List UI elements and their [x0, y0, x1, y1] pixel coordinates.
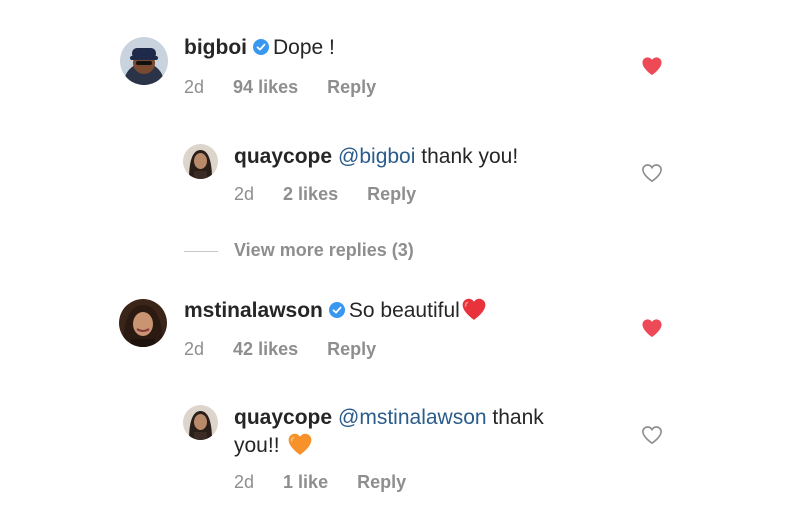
reply-reply-button[interactable]: Reply	[367, 184, 416, 204]
comment-time: 2d	[184, 339, 205, 359]
reply-reply-button[interactable]: Reply	[357, 472, 406, 492]
comment-text: So beautiful	[348, 299, 460, 322]
comment-mstinalawson-text: mstinalawson So beautiful	[184, 297, 487, 324]
comment-text: Dope !	[272, 36, 335, 59]
comment-reply-button[interactable]: Reply	[327, 339, 376, 359]
verified-badge-icon	[252, 39, 269, 55]
reply-username[interactable]: quaycope	[234, 145, 332, 168]
avatar-quaycope[interactable]	[183, 405, 218, 440]
verified-badge-icon	[328, 302, 345, 318]
avatar-quaycope[interactable]	[183, 144, 218, 179]
view-more-divider	[184, 251, 218, 252]
reply-text: thank you!	[421, 145, 519, 168]
heart-outline-icon[interactable]	[641, 163, 663, 183]
comment-time: 2d	[184, 77, 205, 97]
reply-likes-count[interactable]: 2 likes	[283, 184, 338, 204]
comment-meta: 2d 42 likes Reply	[184, 338, 400, 360]
avatar-bigboi[interactable]	[120, 37, 168, 85]
red-heart-emoji-icon	[462, 298, 486, 320]
reply-mention[interactable]: @mstinalawson	[338, 406, 487, 429]
heart-filled-icon[interactable]	[641, 318, 663, 338]
comment-likes-count[interactable]: 94 likes	[233, 77, 298, 97]
reply-text-line2: you!!	[234, 434, 280, 457]
comment-likes-count[interactable]: 42 likes	[233, 339, 298, 359]
orange-heart-emoji-icon	[289, 433, 312, 455]
avatar-mstinalawson[interactable]	[119, 299, 167, 347]
reply-time: 2d	[234, 184, 255, 204]
reply-meta: 2d 2 likes Reply	[234, 183, 440, 205]
reply-mention[interactable]: @bigboi	[338, 145, 415, 168]
reply-quaycope-1-text: quaycope @bigboi thank you!	[234, 144, 518, 170]
comment-reply-button[interactable]: Reply	[327, 77, 376, 97]
view-more-replies-button[interactable]: View more replies (3)	[234, 240, 414, 261]
heart-filled-icon[interactable]	[641, 56, 663, 76]
reply-text-line1: thank	[492, 406, 544, 429]
heart-outline-icon[interactable]	[641, 425, 663, 445]
reply-meta: 2d 1 like Reply	[234, 471, 430, 493]
reply-likes-count[interactable]: 1 like	[283, 472, 328, 492]
comment-bigboi-text: bigboi Dope !	[184, 35, 335, 61]
comment-username[interactable]: bigboi	[184, 36, 247, 59]
reply-time: 2d	[234, 472, 255, 492]
reply-quaycope-2-line1: quaycope @mstinalawson thank	[234, 405, 544, 431]
reply-quaycope-2-line2: you!!	[234, 432, 313, 459]
comment-username[interactable]: mstinalawson	[184, 299, 323, 322]
reply-username[interactable]: quaycope	[234, 406, 332, 429]
comment-meta: 2d 94 likes Reply	[184, 76, 400, 98]
